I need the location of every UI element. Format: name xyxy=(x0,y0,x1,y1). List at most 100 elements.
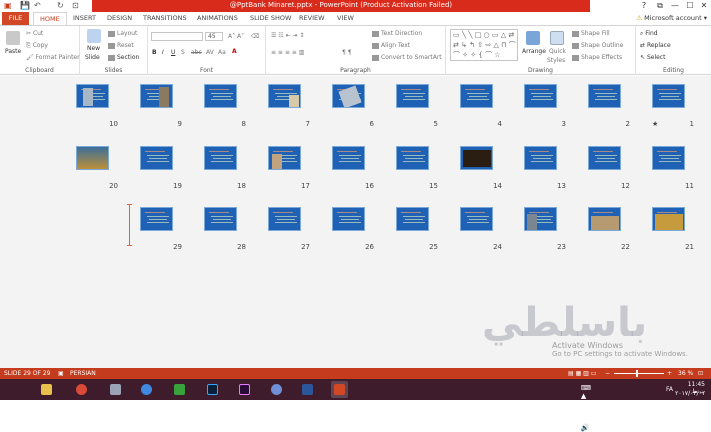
section-button[interactable]: Section xyxy=(108,54,139,61)
spacing-icon[interactable]: AV xyxy=(206,49,214,56)
slide-thumbnail[interactable] xyxy=(396,84,429,108)
direction-icons[interactable]: ¶ ¶ xyxy=(342,49,352,56)
font-name-combo[interactable] xyxy=(151,32,203,41)
shadow-button[interactable]: S xyxy=(181,49,185,56)
text-direction-button[interactable]: Text Direction xyxy=(372,30,422,37)
grow-font-icon[interactable]: A˄ A˅ xyxy=(228,33,244,40)
slide-thumbnail[interactable] xyxy=(140,207,173,231)
account-area[interactable]: ⚠ Microsoft account ▾ xyxy=(636,12,707,25)
slide-thumbnail[interactable] xyxy=(268,84,301,108)
slide-thumbnail[interactable] xyxy=(204,207,237,231)
case-icon[interactable]: Aa xyxy=(218,49,226,56)
spellcheck-icon[interactable]: ▣ xyxy=(58,368,64,379)
quick-styles-button[interactable]: Quick xyxy=(549,48,566,55)
start-slideshow-icon[interactable]: ⊡ xyxy=(72,1,79,11)
clock-date[interactable]: ۲۰۱۷/۰۲/۰۱ xyxy=(675,390,705,397)
underline-button[interactable]: U xyxy=(171,49,175,56)
reset-button[interactable]: Reset xyxy=(108,42,134,49)
arrange-icon[interactable] xyxy=(526,31,540,45)
strikethrough-button[interactable]: abc xyxy=(191,49,202,56)
taskbar-word[interactable] xyxy=(299,381,316,398)
cut-button[interactable]: ✂ Cut xyxy=(26,30,43,37)
zoom-in-button[interactable]: + xyxy=(667,368,672,379)
ribbon-display-button[interactable]: ⧉ xyxy=(652,0,668,12)
slide-thumbnail[interactable] xyxy=(204,84,237,108)
slide-thumbnail[interactable] xyxy=(332,207,365,231)
taskbar-app-4[interactable] xyxy=(138,381,155,398)
taskbar-messenger[interactable] xyxy=(268,381,285,398)
slide-thumbnail[interactable] xyxy=(332,146,365,170)
tab-slide-show[interactable]: SLIDE SHOW xyxy=(250,12,291,25)
select-button[interactable]: ↖ Select xyxy=(640,54,665,61)
slide-thumbnail[interactable] xyxy=(268,207,301,231)
zoom-out-button[interactable]: − xyxy=(605,368,610,379)
slide-thumbnail[interactable] xyxy=(588,207,621,231)
shape-outline-button[interactable]: Shape Outline xyxy=(572,42,623,49)
bold-button[interactable]: B xyxy=(152,49,157,56)
taskbar-chrome[interactable] xyxy=(73,381,90,398)
help-button[interactable]: ? xyxy=(636,0,652,12)
font-color-icon[interactable]: A xyxy=(232,48,237,55)
close-button[interactable]: ✕ xyxy=(696,0,711,12)
shapes-gallery[interactable]: ▭ ╲ ╲ □ ○ ▭ △ ⇄ ⇄ ↳ ↰ ⇧ ⇨ △ ⊓ ⌒ ⌒ ✧ ✧ { ⌒ … xyxy=(450,29,518,61)
slide-thumbnail[interactable] xyxy=(588,146,621,170)
new-slide-label-2[interactable]: Slide xyxy=(85,54,100,61)
font-size-combo[interactable]: 45 xyxy=(205,32,223,41)
slide-thumbnail[interactable] xyxy=(204,146,237,170)
slide-thumbnail[interactable] xyxy=(652,207,685,231)
zoom-level[interactable]: 36 % xyxy=(678,368,693,379)
tab-insert[interactable]: INSERT xyxy=(73,12,96,25)
shape-effects-button[interactable]: Shape Effects xyxy=(572,54,622,61)
slide-thumbnail[interactable] xyxy=(652,146,685,170)
slide-thumbnail[interactable] xyxy=(588,84,621,108)
input-language[interactable]: FA xyxy=(666,386,673,393)
align-icons[interactable]: ≡ ≡ ≡ ≡ ▥ xyxy=(271,49,304,56)
slide-thumbnail[interactable] xyxy=(76,84,109,108)
bullets-icon[interactable]: ☰ ☷ ⇤ ⇥ ↕ xyxy=(271,32,304,39)
slide-thumbnail[interactable] xyxy=(460,84,493,108)
taskbar-file-explorer[interactable] xyxy=(38,381,55,398)
align-text-button[interactable]: Align Text xyxy=(372,42,410,49)
paste-button[interactable]: Paste xyxy=(5,48,21,55)
format-painter-button[interactable]: 🖌 Format Painter xyxy=(26,54,80,61)
redo-icon[interactable]: ↻ xyxy=(57,1,64,11)
slide-thumbnail[interactable] xyxy=(332,84,365,108)
view-buttons[interactable]: ▤ ▦ ▥ ▭ xyxy=(568,368,596,379)
tab-design[interactable]: DESIGN xyxy=(107,12,132,25)
italic-button[interactable]: I xyxy=(162,49,164,56)
taskbar-premiere[interactable] xyxy=(236,381,253,398)
new-slide-label[interactable]: New xyxy=(87,45,100,52)
shape-fill-button[interactable]: Shape Fill xyxy=(572,30,610,37)
zoom-slider[interactable] xyxy=(614,373,664,374)
paste-icon[interactable] xyxy=(6,31,20,45)
layout-button[interactable]: Layout xyxy=(108,30,137,37)
slide-thumbnail[interactable] xyxy=(140,146,173,170)
clear-format-icon[interactable]: ⌫ xyxy=(251,33,259,40)
slide-thumbnail[interactable] xyxy=(140,84,173,108)
language-indicator[interactable]: PERSIAN xyxy=(70,368,96,379)
tab-file[interactable]: FILE xyxy=(2,12,29,25)
taskbar-app-3[interactable] xyxy=(107,381,124,398)
slide-thumbnail[interactable] xyxy=(524,84,557,108)
taskbar-photoshop[interactable] xyxy=(204,381,221,398)
tab-transitions[interactable]: TRANSITIONS xyxy=(143,12,187,25)
slide-thumbnail[interactable] xyxy=(524,207,557,231)
tray-icons[interactable]: ⌨ ▲ ▮ ◆ ⚑ 🔊 xyxy=(581,384,591,432)
taskbar-calculator[interactable] xyxy=(171,381,188,398)
slide-thumbnail[interactable] xyxy=(268,146,301,170)
arrange-button[interactable]: Arrange xyxy=(522,48,546,55)
zoom-slider-thumb[interactable] xyxy=(636,370,638,377)
tab-review[interactable]: REVIEW xyxy=(299,12,325,25)
quick-styles-icon[interactable] xyxy=(550,31,564,45)
fit-slide-icon[interactable]: ⊡ xyxy=(698,368,703,379)
undo-icon[interactable]: ↶ xyxy=(34,1,41,11)
slide-thumbnail[interactable] xyxy=(524,146,557,170)
copy-button[interactable]: ⎘ Copy xyxy=(26,42,48,50)
taskbar-powerpoint[interactable] xyxy=(331,381,348,398)
replace-button[interactable]: ⇄ Replace xyxy=(640,42,671,49)
slide-thumbnail[interactable] xyxy=(460,146,493,170)
slide-thumbnail[interactable] xyxy=(460,207,493,231)
tab-home[interactable]: HOME xyxy=(33,12,67,25)
quick-styles-label-2[interactable]: Styles xyxy=(547,57,565,64)
smartart-button[interactable]: Convert to SmartArt xyxy=(372,54,442,61)
